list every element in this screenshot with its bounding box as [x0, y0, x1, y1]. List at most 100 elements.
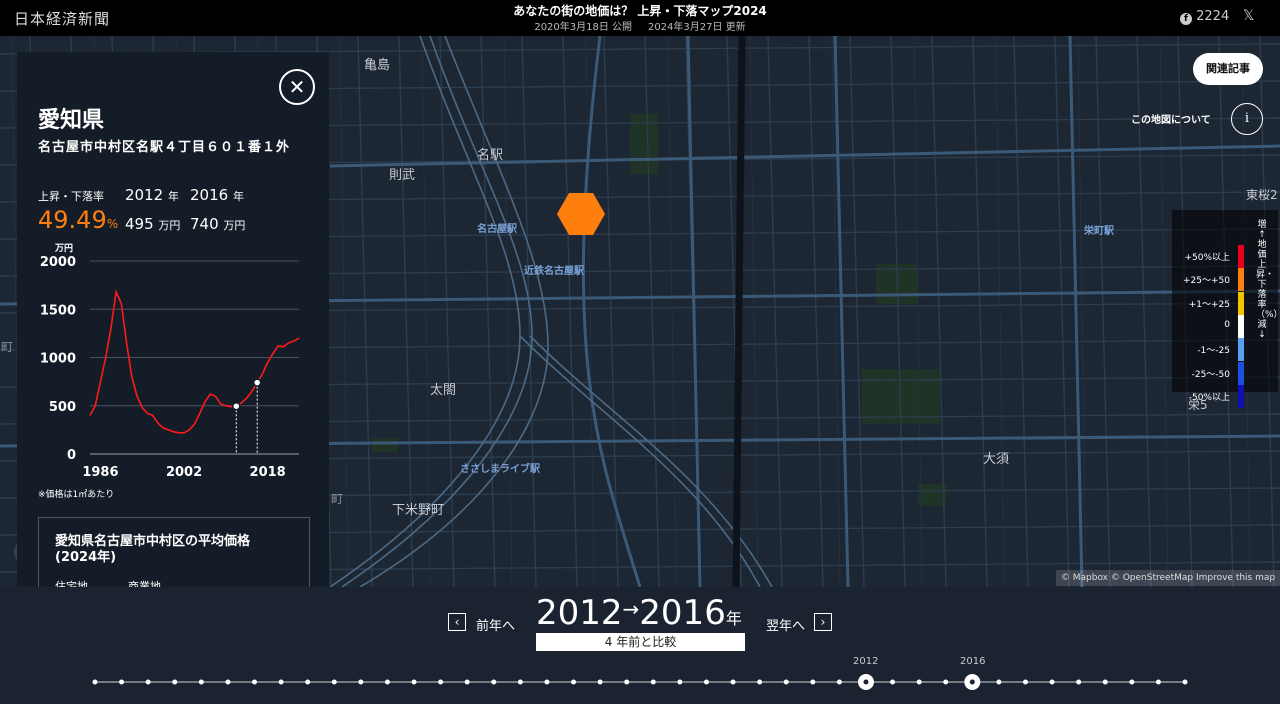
place-label-edge: 町	[1, 340, 14, 354]
rate-label: 上昇・下落率	[38, 190, 104, 203]
station-label-sasashima: ささしまライブ駅	[460, 464, 540, 475]
timeline-dot[interactable]	[597, 679, 603, 685]
timeline-dot[interactable]	[517, 679, 523, 685]
average-price-box: 愛知県名古屋市中村区の平均価格(2024年) 住宅地 商業地	[38, 517, 310, 587]
timeline-dot[interactable]	[996, 679, 1002, 685]
timeline-dot[interactable]	[943, 679, 949, 685]
timeline-dot[interactable]	[730, 679, 736, 685]
year-from: 2012 年	[125, 186, 179, 204]
selected-location-hex[interactable]	[557, 193, 605, 235]
timeline-selected-dot-center	[969, 679, 975, 685]
timeline-dot[interactable]	[916, 679, 922, 685]
chart-y-tick: 1500	[40, 303, 76, 318]
legend-label: -25〜-50	[1191, 369, 1230, 380]
place-label-kameshima: 亀島	[364, 58, 391, 73]
timeline-selected-dot-center	[863, 679, 869, 685]
price-chart: 0 500 1000 1500 2000 1986 2002 2018	[40, 255, 300, 480]
timeline-dot[interactable]	[810, 679, 816, 685]
info-icon[interactable]: i	[1231, 103, 1263, 135]
timeline-dot[interactable]	[757, 679, 763, 685]
about-map-label[interactable]: この地図について	[1131, 111, 1211, 126]
average-residential-label: 住宅地	[55, 580, 88, 587]
timeline-dot[interactable]	[92, 679, 98, 685]
legend-label: 0	[1224, 319, 1230, 330]
timeline-dot[interactable]	[1182, 679, 1188, 685]
timeline-dot[interactable]	[119, 679, 125, 685]
legend-swatch	[1238, 384, 1244, 408]
x-share-icon[interactable]: 𝕏	[1243, 8, 1254, 24]
prefecture-name: 愛知県	[38, 108, 105, 133]
timeline-dot[interactable]	[1129, 679, 1135, 685]
timeline-dot[interactable]	[1155, 679, 1161, 685]
station-label-kintetsu: 近鉄名古屋駅	[524, 266, 584, 277]
facebook-share[interactable]: f 2224	[1180, 9, 1229, 25]
updated-date: 2024年3月27日 更新	[647, 22, 746, 33]
timeline-dot[interactable]	[1102, 679, 1108, 685]
timeline-dot[interactable]	[624, 679, 630, 685]
timeline-dot[interactable]	[1076, 679, 1082, 685]
timeline-dot[interactable]	[305, 679, 311, 685]
page-title: あなたの街の地価は？ 上昇・下落マップ2024	[513, 4, 767, 18]
timeline-dot[interactable]	[225, 679, 231, 685]
chart-y-tick: 1000	[40, 352, 76, 367]
timeline-dot[interactable]	[464, 679, 470, 685]
top-bar: 日本経済新聞 あなたの街の地価は？ 上昇・下落マップ2024 2020年3月18…	[0, 0, 1280, 36]
timeline-dot[interactable]	[836, 679, 842, 685]
year-selector: ‹ 前年へ 2012→2016年 4 年前と比較 翌年へ › 2012 2016	[0, 587, 1280, 704]
timeline-dot[interactable]	[198, 679, 204, 685]
legend-swatch	[1238, 245, 1244, 268]
timeline-dot[interactable]	[172, 679, 178, 685]
legend-vertical-title: 増↑地価上昇・下落率（%）減↓	[1256, 220, 1280, 340]
timeline-dot[interactable]	[411, 679, 417, 685]
detail-panel: ✕ 愛知県 名古屋市中村区名駅４丁目６０１番１外 上昇・下落率 2012 年 2…	[17, 52, 329, 587]
close-button[interactable]: ✕	[279, 69, 315, 105]
legend-swatch	[1238, 314, 1244, 338]
timeline-dot[interactable]	[384, 679, 390, 685]
facebook-icon: f	[1180, 13, 1192, 25]
timeline-dot[interactable]	[491, 679, 497, 685]
station-label-nagoya: 名古屋駅	[477, 224, 517, 235]
legend-label: -50%以上	[1188, 392, 1230, 403]
timeline-dot[interactable]	[544, 679, 550, 685]
timeline-dot[interactable]	[252, 679, 258, 685]
legend-swatch	[1238, 361, 1244, 385]
timeline-dot[interactable]	[783, 679, 789, 685]
published-date: 2020年3月18日 公開	[534, 22, 633, 33]
legend-label: +1〜+25	[1188, 299, 1230, 310]
price-to: 740 万円	[190, 215, 246, 233]
timeline-dot[interactable]	[1022, 679, 1028, 685]
legend-label: -1〜-25	[1197, 346, 1230, 357]
timeline-dot[interactable]	[677, 679, 683, 685]
rate-value: 49.49%	[38, 206, 119, 234]
timeline-dot[interactable]	[145, 679, 151, 685]
related-articles-button[interactable]: 関連記事	[1193, 53, 1263, 85]
chart-x-tick: 1986	[82, 465, 118, 480]
legend-swatch	[1238, 291, 1244, 315]
chart-y-tick: 0	[67, 448, 76, 463]
timeline-dot[interactable]	[890, 679, 896, 685]
place-label-shimoyoneno: 下米野町	[392, 503, 445, 518]
timeline-dot[interactable]	[571, 679, 577, 685]
year-timeline[interactable]	[0, 587, 1280, 704]
chart-y-tick: 2000	[40, 255, 76, 270]
timeline-dot[interactable]	[358, 679, 364, 685]
chart-series-line	[89, 289, 300, 434]
timeline-dot[interactable]	[331, 679, 337, 685]
price-from: 495 万円	[125, 215, 181, 233]
timeline-dot[interactable]	[438, 679, 444, 685]
chart-x-tick: 2018	[250, 465, 286, 480]
timeline-dot[interactable]	[650, 679, 656, 685]
timeline-dot[interactable]	[278, 679, 284, 685]
place-label-higashisakura: 東桜2	[1246, 188, 1278, 202]
place-label-meieki: 名駅	[477, 148, 504, 163]
place-label-cho: 町	[331, 492, 344, 506]
chart-x-tick: 2002	[166, 465, 202, 480]
legend-label: +25〜+50	[1183, 276, 1230, 287]
place-label-osu: 大須	[983, 452, 1010, 467]
chart-marker	[232, 401, 241, 411]
address: 名古屋市中村区名駅４丁目６０１番１外	[38, 140, 291, 155]
timeline-dot[interactable]	[703, 679, 709, 685]
map-attribution[interactable]: © Mapbox © OpenStreetMap Improve this ma…	[1056, 570, 1280, 586]
timeline-dot[interactable]	[1049, 679, 1055, 685]
chart-y-tick: 500	[49, 400, 76, 415]
